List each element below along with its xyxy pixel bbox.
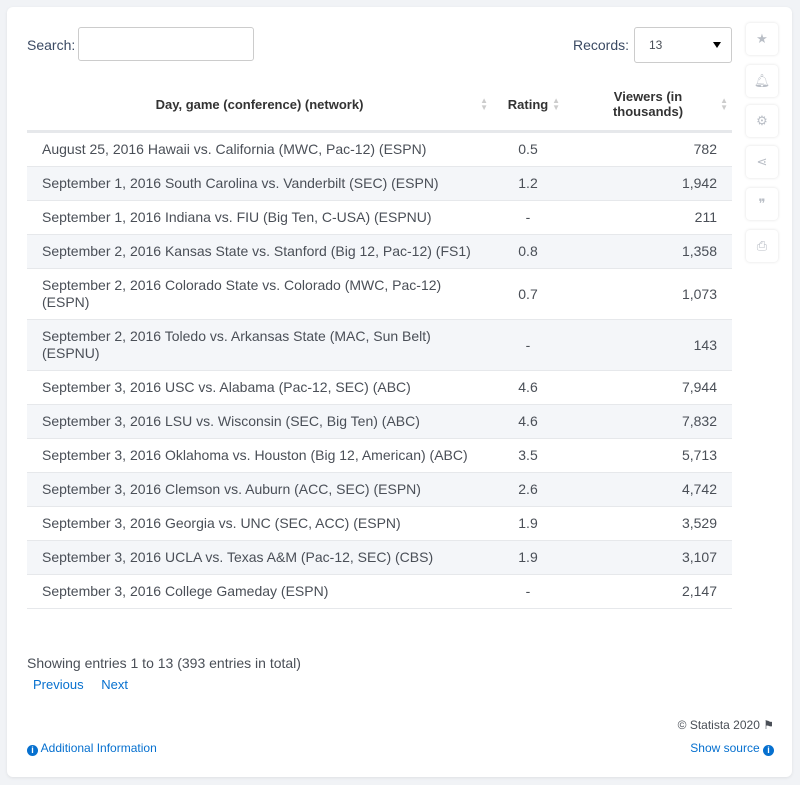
game-cell: August 25, 2016 Hawaii vs. California (M… [27,131,492,167]
next-link[interactable]: Next [101,677,128,692]
sort-icon: ▲ ▼ [720,96,728,112]
rating-cell: - [492,200,564,235]
table-row: September 1, 2016 Indiana vs. FIU (Big T… [27,200,732,235]
rating-cell: 4.6 [492,370,564,405]
table-row: September 2, 2016 Kansas State vs. Stanf… [27,234,732,269]
share-icon[interactable]: ⋖ [746,146,778,178]
entries-info: Showing entries 1 to 13 (393 entries in … [27,655,301,671]
rating-cell: 1.9 [492,506,564,541]
table-row: August 25, 2016 Hawaii vs. California (M… [27,131,732,167]
search-label: Search: [27,37,76,53]
quote-icon[interactable]: ❞ [746,188,778,220]
data-table: Day, game (conference) (network) ▲ ▼ Ratin… [27,78,732,609]
additional-information-link[interactable]: i Additional Information [27,741,157,756]
viewers-cell: 211 [564,200,732,235]
table-row: September 3, 2016 LSU vs. Wisconsin (SEC… [27,404,732,439]
statistic-card: Search: Records: 13 ★ 🔔︎ ⚙ ⋖ ❞ ⎙ Day, ga… [7,7,792,777]
viewers-cell: 7,832 [564,404,732,439]
table-row: September 2, 2016 Toledo vs. Arkansas St… [27,319,732,371]
previous-link[interactable]: Previous [33,677,84,692]
rating-cell: 0.5 [492,131,564,167]
game-cell: September 1, 2016 Indiana vs. FIU (Big T… [27,200,492,235]
game-cell: September 2, 2016 Colorado State vs. Col… [27,268,492,320]
star-icon[interactable]: ★ [746,23,778,55]
print-icon[interactable]: ⎙ [746,230,778,262]
caret-down-icon [713,42,721,48]
rating-cell: 1.2 [492,166,564,201]
game-cell: September 3, 2016 UCLA vs. Texas A&M (Pa… [27,540,492,575]
game-cell: September 3, 2016 LSU vs. Wisconsin (SEC… [27,404,492,439]
sort-icon: ▲ ▼ [552,96,560,112]
sort-icon: ▲ ▼ [480,96,488,112]
rating-cell: 4.6 [492,404,564,439]
game-cell: September 3, 2016 Clemson vs. Auburn (AC… [27,472,492,507]
viewers-cell: 4,742 [564,472,732,507]
table-row: September 3, 2016 UCLA vs. Texas A&M (Pa… [27,540,732,575]
game-cell: September 3, 2016 Georgia vs. UNC (SEC, … [27,506,492,541]
game-cell: September 2, 2016 Toledo vs. Arkansas St… [27,319,492,371]
table-row: September 3, 2016 USC vs. Alabama (Pac-1… [27,370,732,405]
gear-icon[interactable]: ⚙ [746,105,778,137]
rating-cell: 0.8 [492,234,564,269]
table-row: September 3, 2016 Clemson vs. Auburn (AC… [27,472,732,507]
game-cell: September 3, 2016 Oklahoma vs. Houston (… [27,438,492,473]
records-label: Records: [573,37,630,53]
viewers-cell: 1,073 [564,268,732,320]
game-cell: September 1, 2016 South Carolina vs. Van… [27,166,492,201]
pagination: Previous Next [33,677,142,692]
table-row: September 3, 2016 Georgia vs. UNC (SEC, … [27,506,732,541]
table-row: September 1, 2016 South Carolina vs. Van… [27,166,732,201]
game-cell: September 3, 2016 College Gameday (ESPN) [27,574,492,609]
bell-icon[interactable]: 🔔︎ [746,65,778,97]
records-value: 13 [649,38,663,52]
search-input[interactable] [78,27,254,61]
rating-cell: 0.7 [492,268,564,320]
game-cell: September 2, 2016 Kansas State vs. Stanf… [27,234,492,269]
game-cell: September 3, 2016 USC vs. Alabama (Pac-1… [27,370,492,405]
info-icon: i [27,745,38,756]
table-row: September 2, 2016 Colorado State vs. Col… [27,268,732,320]
rating-cell: - [492,574,564,609]
table-row: September 3, 2016 Oklahoma vs. Houston (… [27,438,732,473]
viewers-cell: 143 [564,319,732,371]
column-header-viewers[interactable]: Viewers (in thousands) ▲ ▼ [564,78,732,133]
flag-icon[interactable]: ⚑ [763,718,774,732]
rating-cell: 1.9 [492,540,564,575]
copyright: © Statista 2020 ⚑ [677,718,774,732]
viewers-cell: 782 [564,131,732,167]
viewers-cell: 3,107 [564,540,732,575]
viewers-cell: 3,529 [564,506,732,541]
rating-cell: 2.6 [492,472,564,507]
info-icon: i [763,745,774,756]
viewers-cell: 1,358 [564,234,732,269]
viewers-cell: 5,713 [564,438,732,473]
viewers-cell: 1,942 [564,166,732,201]
records-select[interactable]: 13 [634,27,732,63]
viewers-cell: 7,944 [564,370,732,405]
table-row: September 3, 2016 College Gameday (ESPN)… [27,574,732,609]
viewers-cell: 2,147 [564,574,732,609]
column-header-game[interactable]: Day, game (conference) (network) ▲ ▼ [27,78,492,133]
show-source-link[interactable]: Show source i [690,741,774,756]
rating-cell: 3.5 [492,438,564,473]
rating-cell: - [492,319,564,371]
column-header-rating[interactable]: Rating ▲ ▼ [492,78,564,133]
